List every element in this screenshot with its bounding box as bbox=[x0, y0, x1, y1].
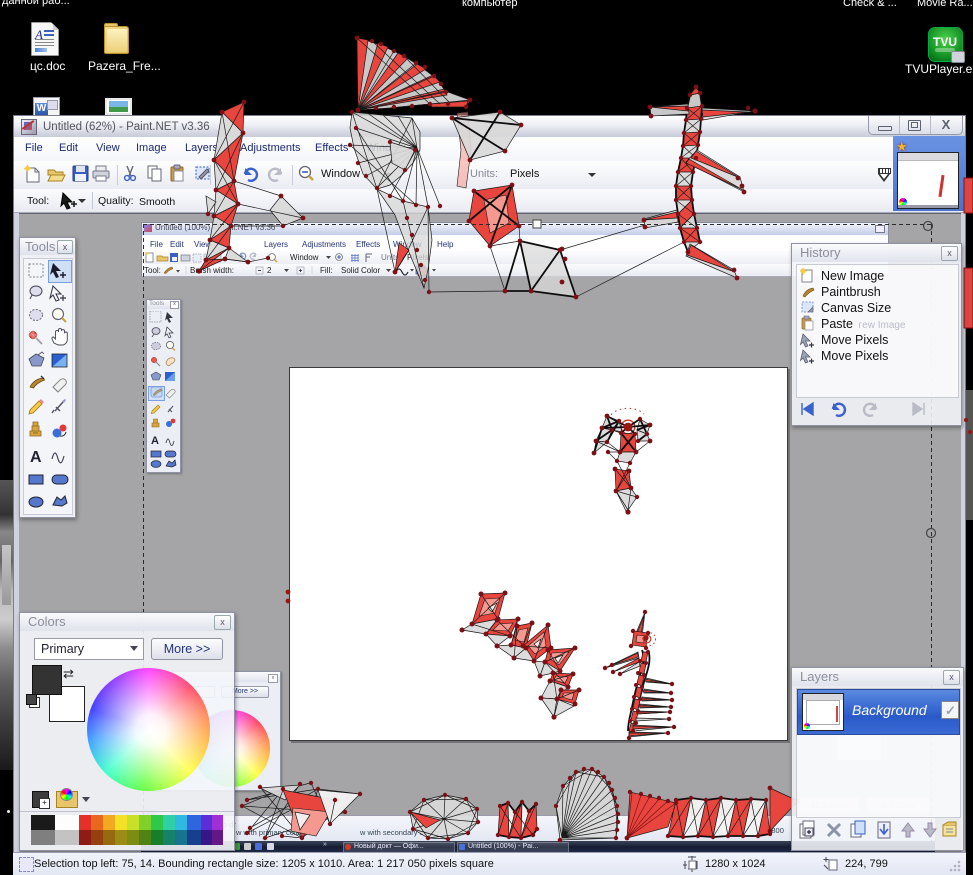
svg-text:A: A bbox=[30, 449, 42, 466]
